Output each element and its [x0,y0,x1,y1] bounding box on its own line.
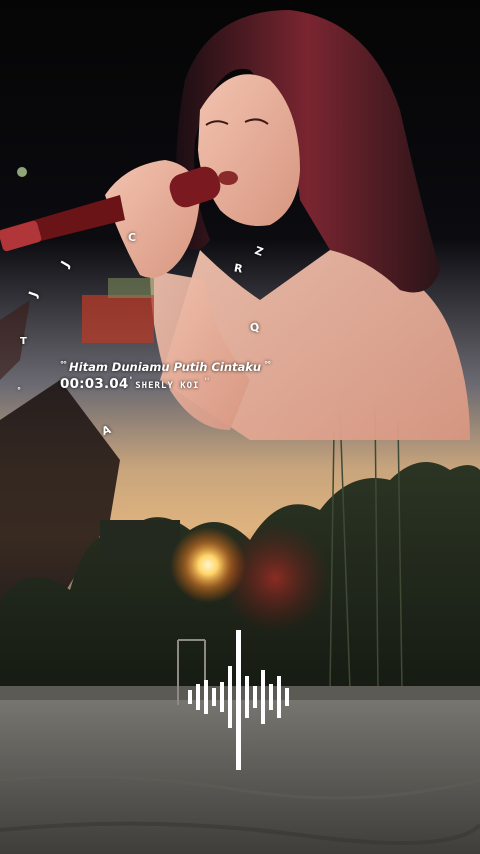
song-meta-line: 00:03.04 ' SHERLY KOI '' [60,376,209,392]
open-quote-icon: °° [60,359,67,369]
floating-letter-q: Q [248,320,261,335]
video-frame: C Z J R J T Q A ° °° Hitam Duniamu Putih… [0,0,480,854]
tick-mark-icon: ' [129,376,133,386]
background-photo [0,0,480,854]
close-quote-icon: °° [264,359,271,369]
song-title-line: °° Hitam Duniamu Putih Cintaku °° [60,359,271,375]
elapsed-time: 00:03.04 [60,376,129,392]
floating-dot: ° [17,386,21,395]
floating-letter-t: T [20,336,27,347]
close-mark-icon: '' [204,377,210,387]
song-title: Hitam Duniamu Putih Cintaku [69,360,262,374]
artist-name: SHERLY KOI [135,381,200,391]
floating-letter-c: C [128,231,137,244]
